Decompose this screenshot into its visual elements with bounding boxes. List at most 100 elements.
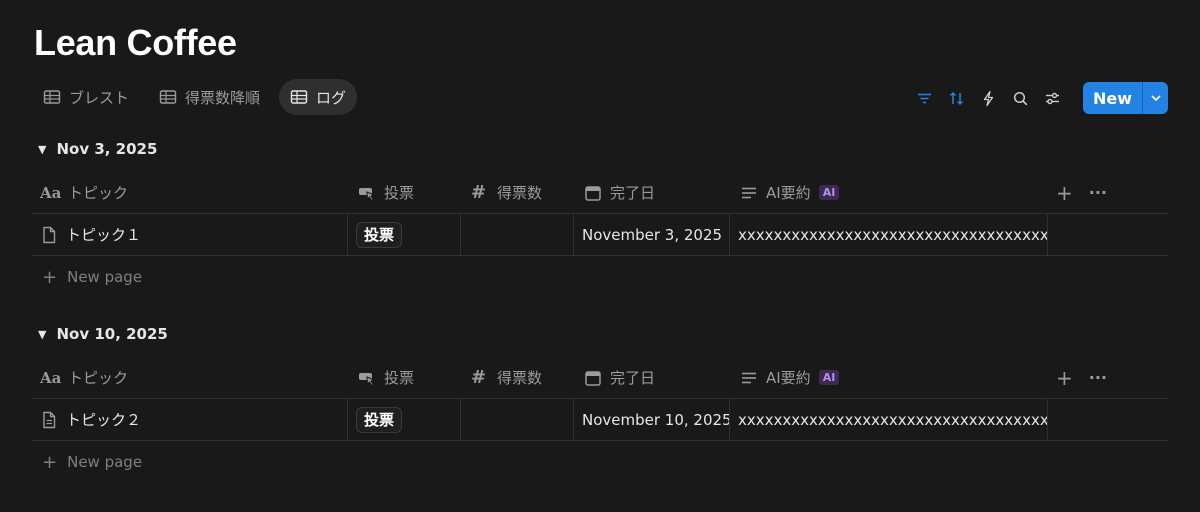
text-lines-icon [742, 187, 756, 198]
new-page-button[interactable]: + New page [32, 256, 1168, 298]
column-label: 得票数 [497, 184, 543, 202]
sort-button[interactable] [941, 82, 973, 114]
collapse-triangle-icon[interactable]: ▼ [38, 328, 46, 341]
topic-title: トピック２ [66, 411, 142, 429]
automation-bolt-icon [984, 90, 994, 106]
calendar-icon [585, 185, 601, 201]
ai-badge: AI [818, 185, 840, 200]
vote-button[interactable]: 投票 [356, 221, 403, 248]
search-icon [1014, 91, 1028, 105]
column-header-vote[interactable]: 投票 [348, 357, 461, 398]
group-date: Nov 3, 2025 [56, 140, 158, 158]
column-label: 完了日 [610, 184, 656, 202]
column-header-ai-summary[interactable]: AI要約 AI [730, 357, 1048, 398]
plus-icon: + [42, 451, 58, 473]
database-page: Lean Coffee ブレスト 得票数降順 ログ New ▼ Nov 3, 2… [0, 0, 1200, 512]
vote-button[interactable]: 投票 [356, 406, 403, 433]
date-group: ▼ Nov 10, 2025 Aa トピック 投票 # 得票数 完了日 AI要約 AI… [32, 320, 1168, 483]
cell-vote[interactable]: 投票 [348, 214, 461, 255]
collapse-triangle-icon[interactable]: ▼ [38, 143, 46, 156]
page-title[interactable]: Lean Coffee [34, 22, 237, 64]
tab-label: ブレスト [69, 88, 130, 107]
cell-done-date[interactable]: November 10, 2025 [574, 399, 730, 440]
column-label: AI要約 [766, 184, 811, 202]
filter-icon [918, 93, 932, 103]
column-label: AI要約 [766, 369, 811, 387]
table-icon [43, 90, 61, 104]
column-header-count[interactable]: # 得票数 [461, 172, 574, 213]
cell-topic[interactable]: トピック２ [32, 399, 348, 440]
add-column-icon[interactable]: + [1056, 366, 1073, 390]
more-options-icon[interactable]: ··· [1089, 183, 1107, 202]
column-header-count[interactable]: # 得票数 [461, 357, 574, 398]
tab-label: 得票数降順 [185, 88, 261, 107]
column-label: 完了日 [610, 369, 656, 387]
cell-count[interactable] [461, 214, 574, 255]
new-dropdown-button[interactable] [1142, 82, 1168, 114]
table-row[interactable]: トピック２ 投票 November 10, 2025 xxxxxxxxxxxxx… [32, 399, 1168, 441]
settings-sliders-icon [1046, 92, 1060, 104]
ai-badge: AI [818, 370, 840, 385]
text-type-icon: Aa [40, 183, 62, 202]
cell-count[interactable] [461, 399, 574, 440]
table-header-row: Aa トピック 投票 # 得票数 完了日 AI要約 AI + ··· [32, 172, 1168, 214]
more-options-icon[interactable]: ··· [1089, 368, 1107, 387]
topic-title: トピック１ [66, 226, 142, 244]
date-group: ▼ Nov 3, 2025 Aa トピック 投票 # 得票数 完了日 AI要約 AI … [32, 135, 1168, 298]
group-header[interactable]: ▼ Nov 3, 2025 [32, 135, 1168, 163]
column-header-done[interactable]: 完了日 [574, 172, 730, 213]
column-header-topic[interactable]: Aa トピック [32, 172, 348, 213]
column-label: トピック [68, 369, 129, 387]
group-header[interactable]: ▼ Nov 10, 2025 [32, 320, 1168, 348]
table-icon [290, 90, 308, 104]
column-actions: + ··· [1048, 357, 1168, 398]
plus-icon: + [42, 266, 58, 288]
text-lines-icon [742, 372, 756, 383]
tab-label: ログ [316, 88, 347, 107]
column-label: トピック [68, 184, 129, 202]
page-icon [43, 226, 56, 243]
search-button[interactable] [1005, 82, 1037, 114]
add-column-icon[interactable]: + [1056, 181, 1073, 205]
tab-vote-count-desc[interactable]: 得票数降順 [148, 79, 271, 115]
column-header-ai-summary[interactable]: AI要約 AI [730, 172, 1048, 213]
group-date: Nov 10, 2025 [56, 325, 168, 343]
cell-empty [1048, 214, 1168, 255]
column-header-vote[interactable]: 投票 [348, 172, 461, 213]
column-header-done[interactable]: 完了日 [574, 357, 730, 398]
settings-button[interactable] [1037, 82, 1069, 114]
database-toolbar: New [909, 82, 1168, 114]
tab-brainstorm[interactable]: ブレスト [32, 79, 140, 115]
new-button[interactable]: New [1083, 82, 1142, 114]
new-page-label: New page [67, 453, 143, 471]
new-page-button[interactable]: + New page [32, 441, 1168, 483]
cell-ai-summary[interactable]: xxxxxxxxxxxxxxxxxxxxxxxxxxxxxxxxxxxxxxxx… [730, 399, 1048, 440]
column-label: 投票 [384, 369, 415, 387]
new-button-group: New [1082, 82, 1168, 114]
column-label: 投票 [384, 184, 415, 202]
calendar-icon [585, 370, 601, 386]
filter-button[interactable] [909, 82, 941, 114]
cell-done-date[interactable]: November 3, 2025 [574, 214, 730, 255]
number-type-icon: # [471, 367, 487, 388]
cell-topic[interactable]: トピック１ [32, 214, 348, 255]
new-page-label: New page [67, 268, 143, 286]
page-text-icon [43, 411, 56, 428]
cell-empty [1048, 399, 1168, 440]
table-icon [159, 90, 177, 104]
button-cursor-icon [359, 187, 376, 201]
column-header-topic[interactable]: Aa トピック [32, 357, 348, 398]
cell-ai-summary[interactable]: xxxxxxxxxxxxxxxxxxxxxxxxxxxxxxxxxxxxxxxx… [730, 214, 1048, 255]
sort-icon [950, 91, 964, 105]
table-header-row: Aa トピック 投票 # 得票数 完了日 AI要約 AI + ··· [32, 357, 1168, 399]
column-actions: + ··· [1048, 172, 1168, 213]
cell-vote[interactable]: 投票 [348, 399, 461, 440]
text-type-icon: Aa [40, 368, 62, 387]
automation-button[interactable] [973, 82, 1005, 114]
chevron-down-icon [1150, 95, 1161, 102]
number-type-icon: # [471, 182, 487, 203]
button-cursor-icon [359, 372, 376, 386]
tab-log[interactable]: ログ [279, 79, 358, 115]
table-row[interactable]: トピック１ 投票 November 3, 2025 xxxxxxxxxxxxxx… [32, 214, 1168, 256]
view-tabs: ブレスト 得票数降順 ログ [32, 79, 365, 115]
